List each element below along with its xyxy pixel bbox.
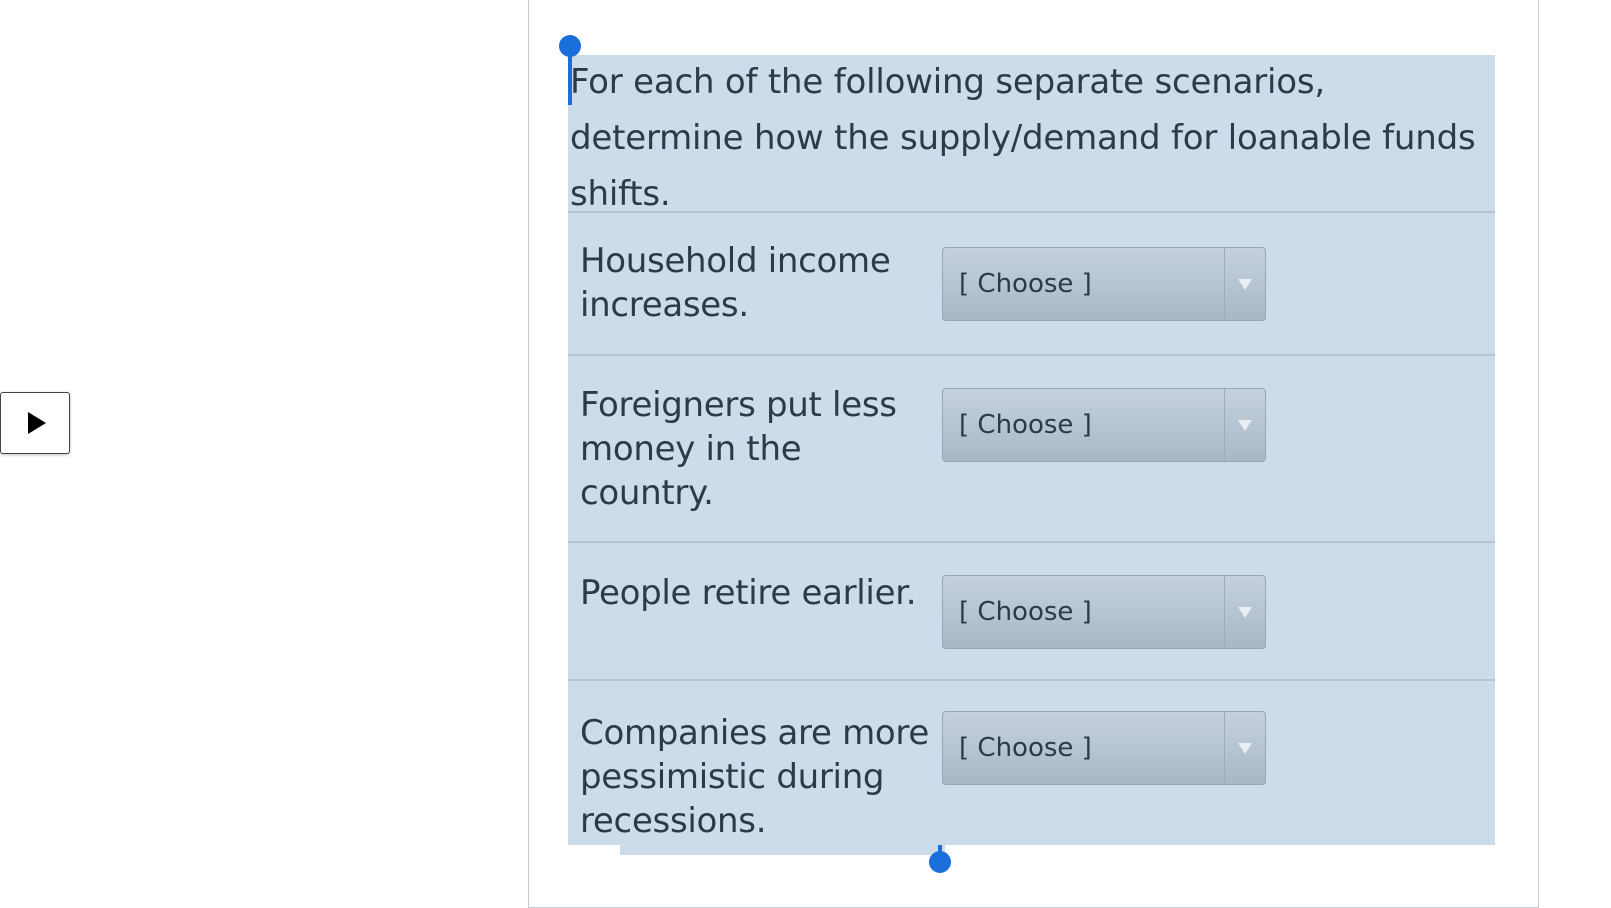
dropdown-value: [ Choose ] [959, 410, 1092, 440]
dropdown-arrow[interactable] [1224, 712, 1265, 784]
answer-dropdown[interactable]: [ Choose ] [942, 388, 1266, 462]
matching-row: Household income increases. [ Choose ] [568, 211, 1495, 356]
matching-row: Companies are more pessimistic during re… [568, 679, 1495, 847]
dropdown-value: [ Choose ] [959, 269, 1092, 299]
question-intro: For each of the following separate scena… [570, 62, 1476, 214]
dropdown-arrow[interactable] [1224, 389, 1265, 461]
selection-end-handle[interactable] [929, 851, 951, 873]
play-button[interactable] [0, 392, 70, 454]
play-icon [28, 412, 46, 434]
chevron-down-icon [1238, 278, 1252, 290]
dropdown-value: [ Choose ] [959, 733, 1092, 763]
dropdown-arrow[interactable] [1224, 248, 1265, 320]
dropdown-arrow[interactable] [1224, 576, 1265, 648]
scenario-label: Household income increases. [580, 241, 891, 325]
dropdown-value: [ Choose ] [959, 597, 1092, 627]
answer-dropdown[interactable]: [ Choose ] [942, 711, 1266, 785]
answer-dropdown[interactable]: [ Choose ] [942, 575, 1266, 649]
matching-row: People retire earlier. [ Choose ] [568, 541, 1495, 681]
answer-dropdown[interactable]: [ Choose ] [942, 247, 1266, 321]
matching-row: Foreigners put less money in the country… [568, 354, 1495, 541]
chevron-down-icon [1238, 742, 1252, 754]
scenario-label: Foreigners put less money in the country… [580, 385, 897, 513]
chevron-down-icon [1238, 606, 1252, 618]
chevron-down-icon [1238, 419, 1252, 431]
scenario-label: Companies are more pessimistic during re… [580, 713, 929, 841]
scenario-label: People retire earlier. [580, 573, 917, 613]
